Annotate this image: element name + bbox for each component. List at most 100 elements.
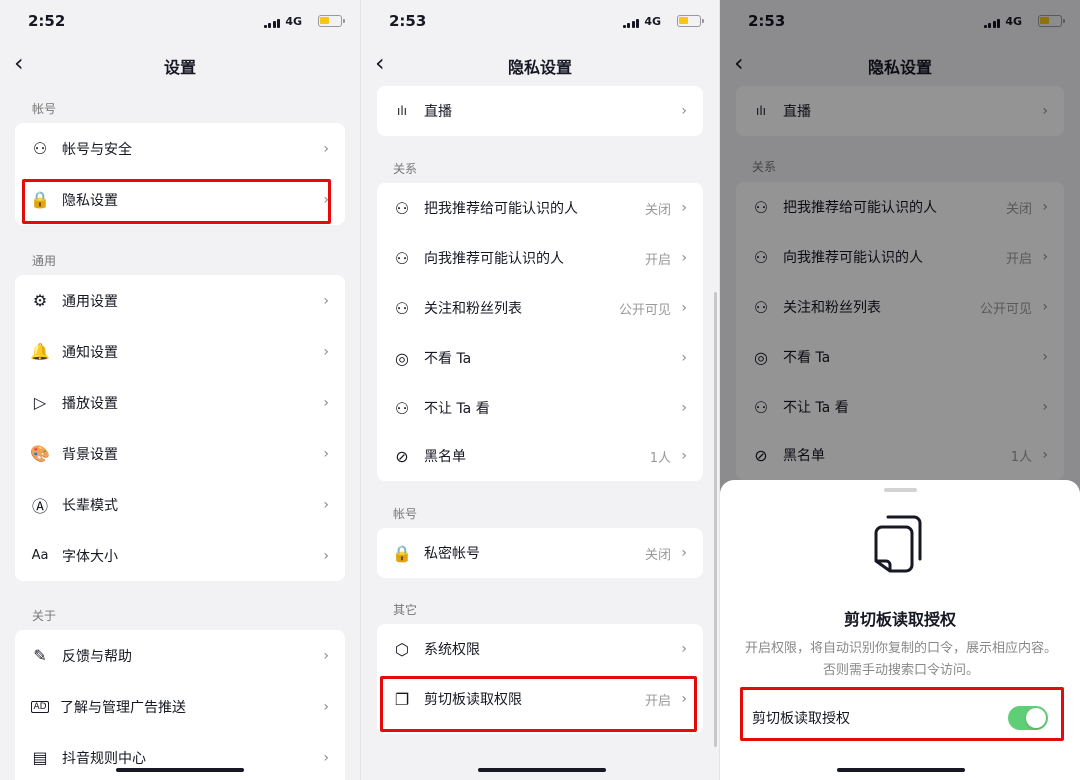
play-icon: ▷ [33,393,47,412]
bell-icon: 🔔 [30,342,50,361]
list-item[interactable]: ⚇ 帐号与安全 › [15,123,345,174]
chevron-right-icon: › [681,350,687,366]
list-item[interactable]: ⬡ 系统权限 › [377,624,703,674]
list-item-label: 不看 Ta [424,351,472,367]
screenshot-composite: 2:52 4G ‹ 设置 帐号 ⚇ 帐号与安全 › 🔒 隐私设置 › 通用 ⚙ … [0,0,1080,780]
block-icon: ⊘ [395,446,409,466]
chevron-right-icon: › [323,698,329,715]
clipboard-icon [874,515,922,573]
chevron-right-icon: › [681,250,687,266]
section-label: 关系 [393,162,418,176]
list-item-label: 直播 [424,104,452,120]
section-label: 其它 [393,603,418,617]
list-item-label: 了解与管理广告推送 [60,699,186,716]
user-icon: ⚇ [32,139,48,158]
pen-icon: ✎ [33,646,47,665]
list-item[interactable]: ⚙ 通用设置 › [15,275,345,326]
list-item[interactable]: AD 了解与管理广告推送 › [15,681,345,732]
account-card: ⚇ 帐号与安全 › 🔒 隐私设置 › [15,123,345,225]
sheet-description: 开启权限，将自动识别你复制的口令，展示相应内容。否则需手动搜索口令访问。 [744,641,1057,678]
scrollbar[interactable] [714,292,717,747]
list-item-label: 剪切板读取权限 [424,692,522,708]
list-item[interactable]: Ⓐ 长辈模式 › [15,479,345,530]
list-item[interactable]: ✎ 反馈与帮助 › [15,630,345,681]
section-label: 通用 [32,254,57,268]
gear-icon: ⚙ [32,291,48,310]
chevron-right-icon: › [323,496,329,513]
list-item-label: 不让 Ta 看 [424,401,490,417]
chevron-right-icon: › [323,140,329,157]
chevron-right-icon: › [681,103,687,119]
chevron-right-icon: › [681,448,687,464]
list-item[interactable]: ⊘ 黑名单 1人 › [377,431,703,481]
list-item[interactable]: 🔔 通知设置 › [15,326,345,377]
chevron-right-icon: › [681,400,687,416]
page-title: 隐私设置 [507,58,572,77]
list-item[interactable]: ▷ 播放设置 › [15,377,345,428]
chevron-right-icon: › [323,647,329,664]
chevron-right-icon: › [681,200,687,216]
list-item-label: 通知设置 [62,344,118,361]
users-icon: ⚇ [394,298,410,318]
signal-icon [263,18,280,28]
chevron-right-icon: › [681,691,687,707]
home-indicator [478,768,606,772]
chevron-right-icon: › [681,300,687,316]
list-item-value: 关闭 [644,202,671,218]
list-item[interactable]: ⚇ 关注和粉丝列表 公开可见 › [377,283,703,333]
list-item-label: 反馈与帮助 [62,648,132,665]
list-item-label: 私密帐号 [424,546,480,562]
document-icon: ▤ [32,748,48,767]
bottom-sheet: 剪切板读取授权 开启权限，将自动识别你复制的口令，展示相应内容。否则需手动搜索口… [720,480,1080,780]
sheet-grabber[interactable] [884,488,917,492]
section-label: 帐号 [32,102,57,116]
list-item-label: 抖音规则中心 [62,750,146,767]
home-indicator [837,768,965,772]
elder-mode-icon: Ⓐ [31,496,48,516]
clipboard-toggle[interactable] [1008,706,1048,730]
list-item-label: 字体大小 [62,548,118,565]
other-card: ⬡ 系统权限 › ❐ 剪切板读取权限 开启 › [377,624,703,734]
list-item[interactable]: ⚇ 向我推荐可能认识的人 开启 › [377,233,703,283]
status-time: 2:52 [28,12,66,30]
list-item-value: 开启 [644,693,671,709]
palette-icon: 🎨 [30,444,50,463]
ad-icon: AD [31,700,49,713]
list-item-label: 通用设置 [62,293,118,310]
chevron-right-icon: › [323,343,329,360]
list-item[interactable]: ▤ 抖音规则中心 › [15,732,345,780]
list-item-clipboard-permission[interactable]: ❐ 剪切板读取权限 开启 › [377,674,703,724]
status-bar: 2:53 4G [361,0,719,44]
lock-icon: 🔒 [392,543,412,563]
privacy-settings-screen: 2:53 4G ‹ 隐私设置 ılı 直播 › 关系 ⚇ 把我推荐给可能认识的人… [360,0,719,780]
list-item-label: 关注和粉丝列表 [424,301,522,317]
section-label: 关于 [32,609,57,623]
chevron-right-icon: › [323,394,329,411]
chevron-right-icon: › [681,545,687,561]
sheet-title: 剪切板读取授权 [843,610,956,629]
private-account-card: 🔒 私密帐号 关闭 › [377,528,703,578]
battery-icon [677,15,704,27]
live-card: ılı 直播 › [377,86,703,136]
list-item-live[interactable]: ılı 直播 › [377,86,703,136]
list-item[interactable]: Aa 字体大小 › [15,530,345,581]
relationship-card: ⚇ 把我推荐给可能认识的人 关闭 › ⚇ 向我推荐可能认识的人 开启 › ⚇ 关… [377,183,703,481]
list-item-label: 帐号与安全 [62,141,132,158]
network-label: 4G [644,15,661,28]
status-bar: 2:52 4G [0,0,360,44]
home-indicator [116,768,244,772]
list-item[interactable]: ⚇ 不让 Ta 看 › [377,383,703,433]
list-item[interactable]: ⚇ 把我推荐给可能认识的人 关闭 › [377,183,703,233]
list-item-value: 1人 [649,450,671,466]
list-item-label: 黑名单 [424,449,466,465]
battery-icon [318,15,345,27]
list-item-label: 把我推荐给可能认识的人 [424,201,578,217]
clipboard-toggle-row: 剪切板读取授权 [740,693,1062,743]
list-item[interactable]: 🔒 私密帐号 关闭 › [377,528,703,578]
recommend-others-icon: ⚇ [394,248,410,268]
list-item-label: 隐私设置 [62,192,118,209]
list-item[interactable]: 🎨 背景设置 › [15,428,345,479]
list-item-privacy-settings[interactable]: 🔒 隐私设置 › [15,174,345,225]
nav-bar: ‹ 隐私设置 [361,44,719,86]
list-item[interactable]: ◎ 不看 Ta › [377,333,703,383]
